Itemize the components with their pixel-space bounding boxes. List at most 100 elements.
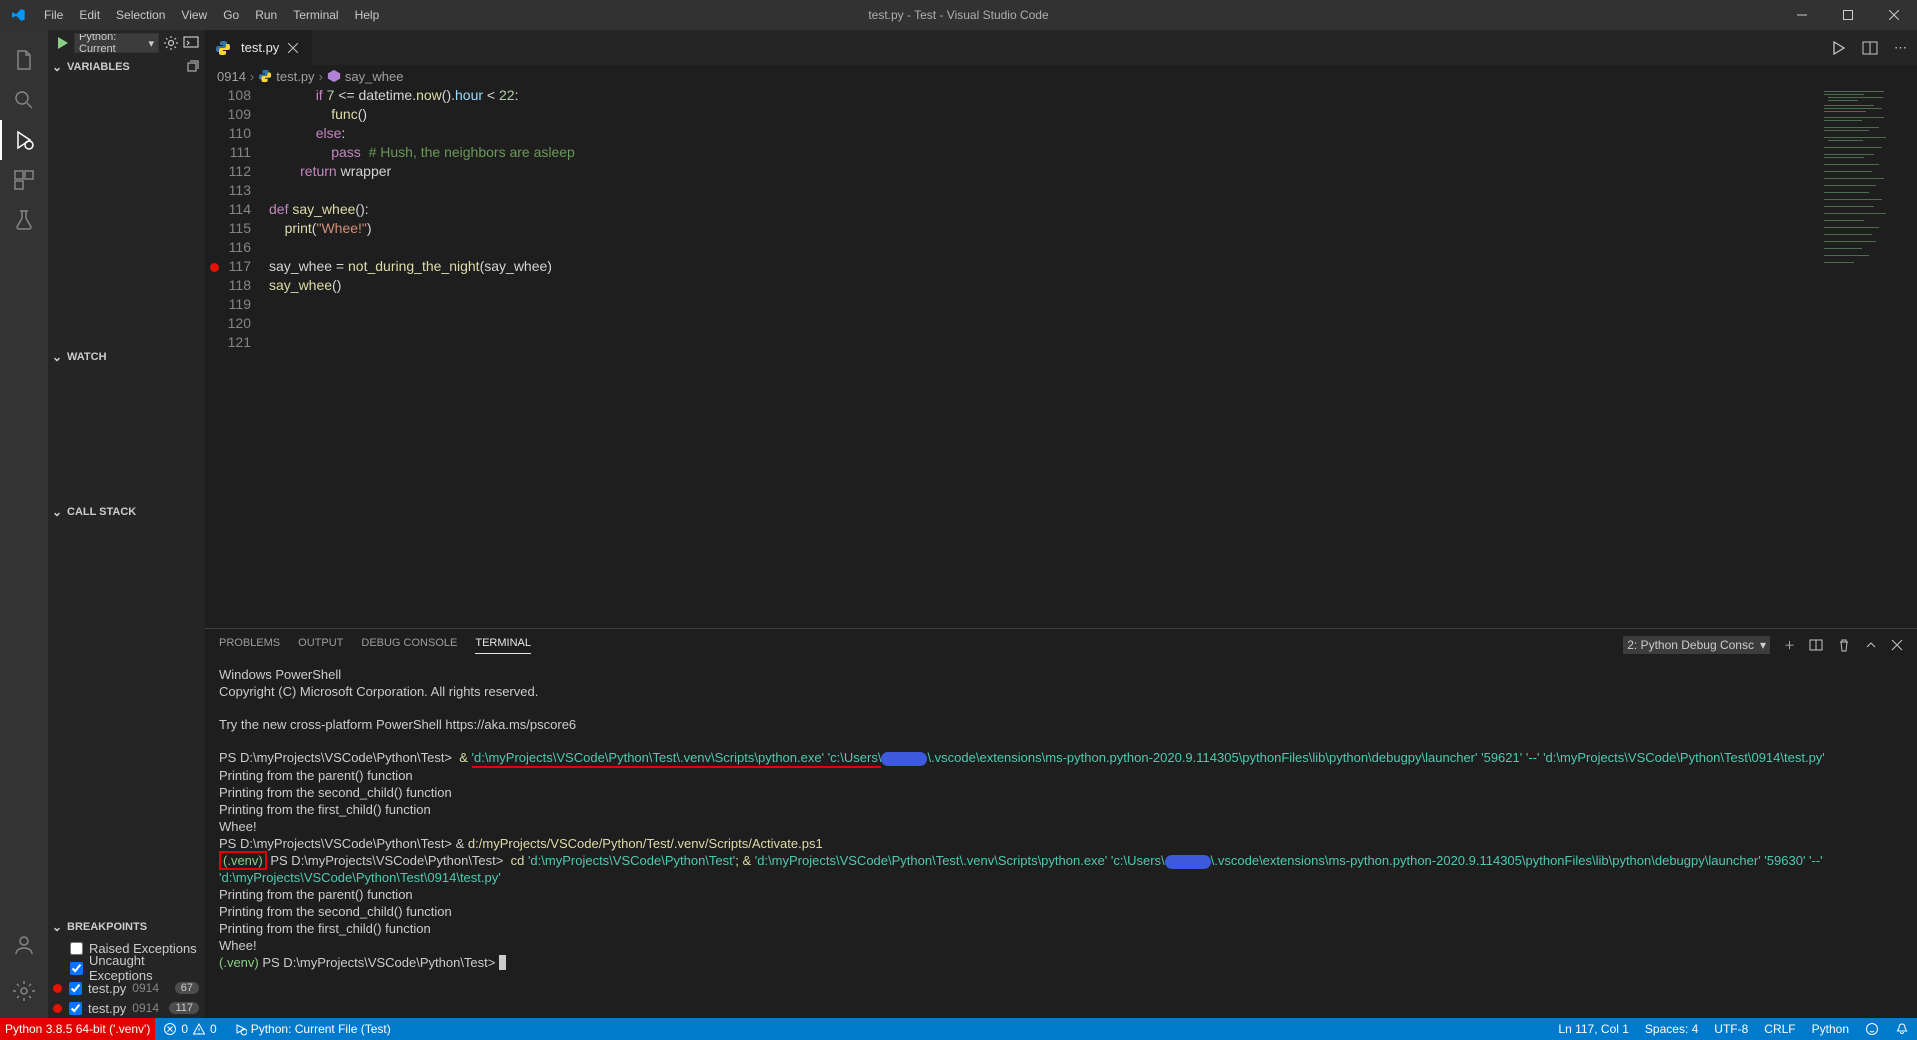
tab-debug-console[interactable]: DEBUG CONSOLE [361,637,457,653]
code-line[interactable]: 117say_whee = not_during_the_night(say_w… [205,258,1820,277]
glyph-margin[interactable] [205,87,223,106]
code-text: say_whee = not_during_the_night(say_whee… [269,258,552,277]
breakpoint-item[interactable]: test.py0914117 [48,998,205,1018]
glyph-margin[interactable] [205,106,223,125]
variables-section-header[interactable]: ⌄ VARIABLES [48,56,205,78]
code-line[interactable]: 116 [205,239,1820,258]
code-line[interactable]: 113 [205,182,1820,201]
run-debug-icon[interactable] [0,120,48,160]
status-feedback-icon[interactable] [1857,1018,1887,1040]
glyph-margin[interactable] [205,296,223,315]
editor-tabs: test.py ⋯ [205,30,1917,65]
code-line[interactable]: 118say_whee() [205,277,1820,296]
watch-section-header[interactable]: ⌄ WATCH [48,346,205,368]
close-panel-icon[interactable] [1891,639,1903,651]
menu-terminal[interactable]: Terminal [285,0,346,30]
menu-view[interactable]: View [173,0,215,30]
code-text: else: [269,125,345,144]
status-spaces[interactable]: Spaces: 4 [1637,1018,1706,1040]
code-line[interactable]: 114def say_whee(): [205,201,1820,220]
glyph-margin[interactable] [205,277,223,296]
kill-terminal-icon[interactable] [1837,638,1851,652]
open-launch-json-icon[interactable] [163,35,179,51]
terminal-selector-dropdown[interactable]: 2: Python Debug Consc▾ [1623,636,1770,654]
run-file-icon[interactable] [1830,40,1846,56]
status-notifications-icon[interactable] [1887,1018,1917,1040]
breakpoint-line-badge: 117 [169,1002,199,1014]
breakpoint-uncaught-exceptions[interactable]: Uncaught Exceptions [48,958,205,978]
code-line[interactable]: 110 else: [205,125,1820,144]
glyph-margin[interactable] [205,125,223,144]
uncaught-exceptions-checkbox[interactable] [70,962,83,975]
menu-selection[interactable]: Selection [108,0,173,30]
glyph-margin[interactable] [205,144,223,163]
collapse-all-icon[interactable] [185,60,199,74]
glyph-margin[interactable] [205,220,223,239]
glyph-margin[interactable] [205,258,223,277]
close-tab-icon[interactable] [285,40,301,56]
code-line[interactable]: 119 [205,296,1820,315]
code-editor[interactable]: 108 if 7 <= datetime.now().hour < 22:109… [205,87,1917,628]
status-bar: Python 3.8.5 64-bit ('.venv') 0 0 Python… [0,1018,1917,1040]
python-file-icon [215,40,231,56]
status-debug-config[interactable]: Python: Current File (Test) [225,1018,399,1040]
glyph-margin[interactable] [205,201,223,220]
close-window-button[interactable] [1871,0,1917,30]
search-icon[interactable] [0,80,48,120]
line-number: 115 [223,220,269,239]
code-line[interactable]: 121 [205,334,1820,353]
menu-help[interactable]: Help [347,0,388,30]
glyph-margin[interactable] [205,163,223,182]
code-line[interactable]: 108 if 7 <= datetime.now().hour < 22: [205,87,1820,106]
tab-testpy[interactable]: test.py [205,30,312,65]
code-line[interactable]: 120 [205,315,1820,334]
maximize-button[interactable] [1825,0,1871,30]
new-terminal-icon[interactable]: ＋ [1784,637,1795,653]
menu-go[interactable]: Go [215,0,247,30]
debug-console-toggle-icon[interactable] [183,35,199,51]
breakpoint-checkbox[interactable] [69,1002,82,1015]
code-line[interactable]: 109 func() [205,106,1820,125]
menu-edit[interactable]: Edit [71,0,108,30]
split-editor-icon[interactable] [1862,40,1878,56]
tab-terminal[interactable]: TERMINAL [475,637,531,654]
start-debug-icon[interactable] [54,35,70,51]
debug-config-dropdown[interactable]: Python: Current ▾ [74,33,159,53]
tab-output[interactable]: OUTPUT [298,637,343,653]
line-number: 116 [223,239,269,258]
status-line-col[interactable]: Ln 117, Col 1 [1550,1018,1637,1040]
code-text: print("Whee!") [269,220,372,239]
testing-icon[interactable] [0,200,48,240]
code-text: say_whee() [269,277,341,296]
breakpoint-checkbox[interactable] [69,982,82,995]
status-encoding[interactable]: UTF-8 [1706,1018,1756,1040]
explorer-icon[interactable] [0,40,48,80]
glyph-margin[interactable] [205,182,223,201]
glyph-margin[interactable] [205,334,223,353]
maximize-panel-icon[interactable] [1865,639,1877,651]
code-line[interactable]: 115 print("Whee!") [205,220,1820,239]
code-line[interactable]: 112 return wrapper [205,163,1820,182]
breakpoints-section-header[interactable]: ⌄ BREAKPOINTS [48,916,205,938]
split-terminal-icon[interactable] [1809,638,1823,652]
more-actions-icon[interactable]: ⋯ [1894,40,1907,56]
tab-problems[interactable]: PROBLEMS [219,637,280,653]
status-language[interactable]: Python [1804,1018,1857,1040]
minimize-button[interactable] [1779,0,1825,30]
glyph-margin[interactable] [205,315,223,334]
breadcrumb[interactable]: 0914› test.py› say_whee [205,65,1917,87]
accounts-icon[interactable] [0,933,48,957]
code-line[interactable]: 111 pass # Hush, the neighbors are aslee… [205,144,1820,163]
callstack-section-header[interactable]: ⌄ CALL STACK [48,501,205,523]
status-errors-warnings[interactable]: 0 0 [155,1018,224,1040]
glyph-margin[interactable] [205,239,223,258]
minimap[interactable] [1820,87,1917,628]
extensions-icon[interactable] [0,160,48,200]
status-eol[interactable]: CRLF [1756,1018,1803,1040]
terminal[interactable]: Windows PowerShell Copyright (C) Microso… [205,661,1917,1018]
settings-gear-icon[interactable] [0,979,48,1003]
menu-file[interactable]: File [36,0,71,30]
menu-run[interactable]: Run [247,0,285,30]
raised-exceptions-checkbox[interactable] [70,942,83,955]
status-python-interpreter[interactable]: Python 3.8.5 64-bit ('.venv') [0,1018,155,1040]
